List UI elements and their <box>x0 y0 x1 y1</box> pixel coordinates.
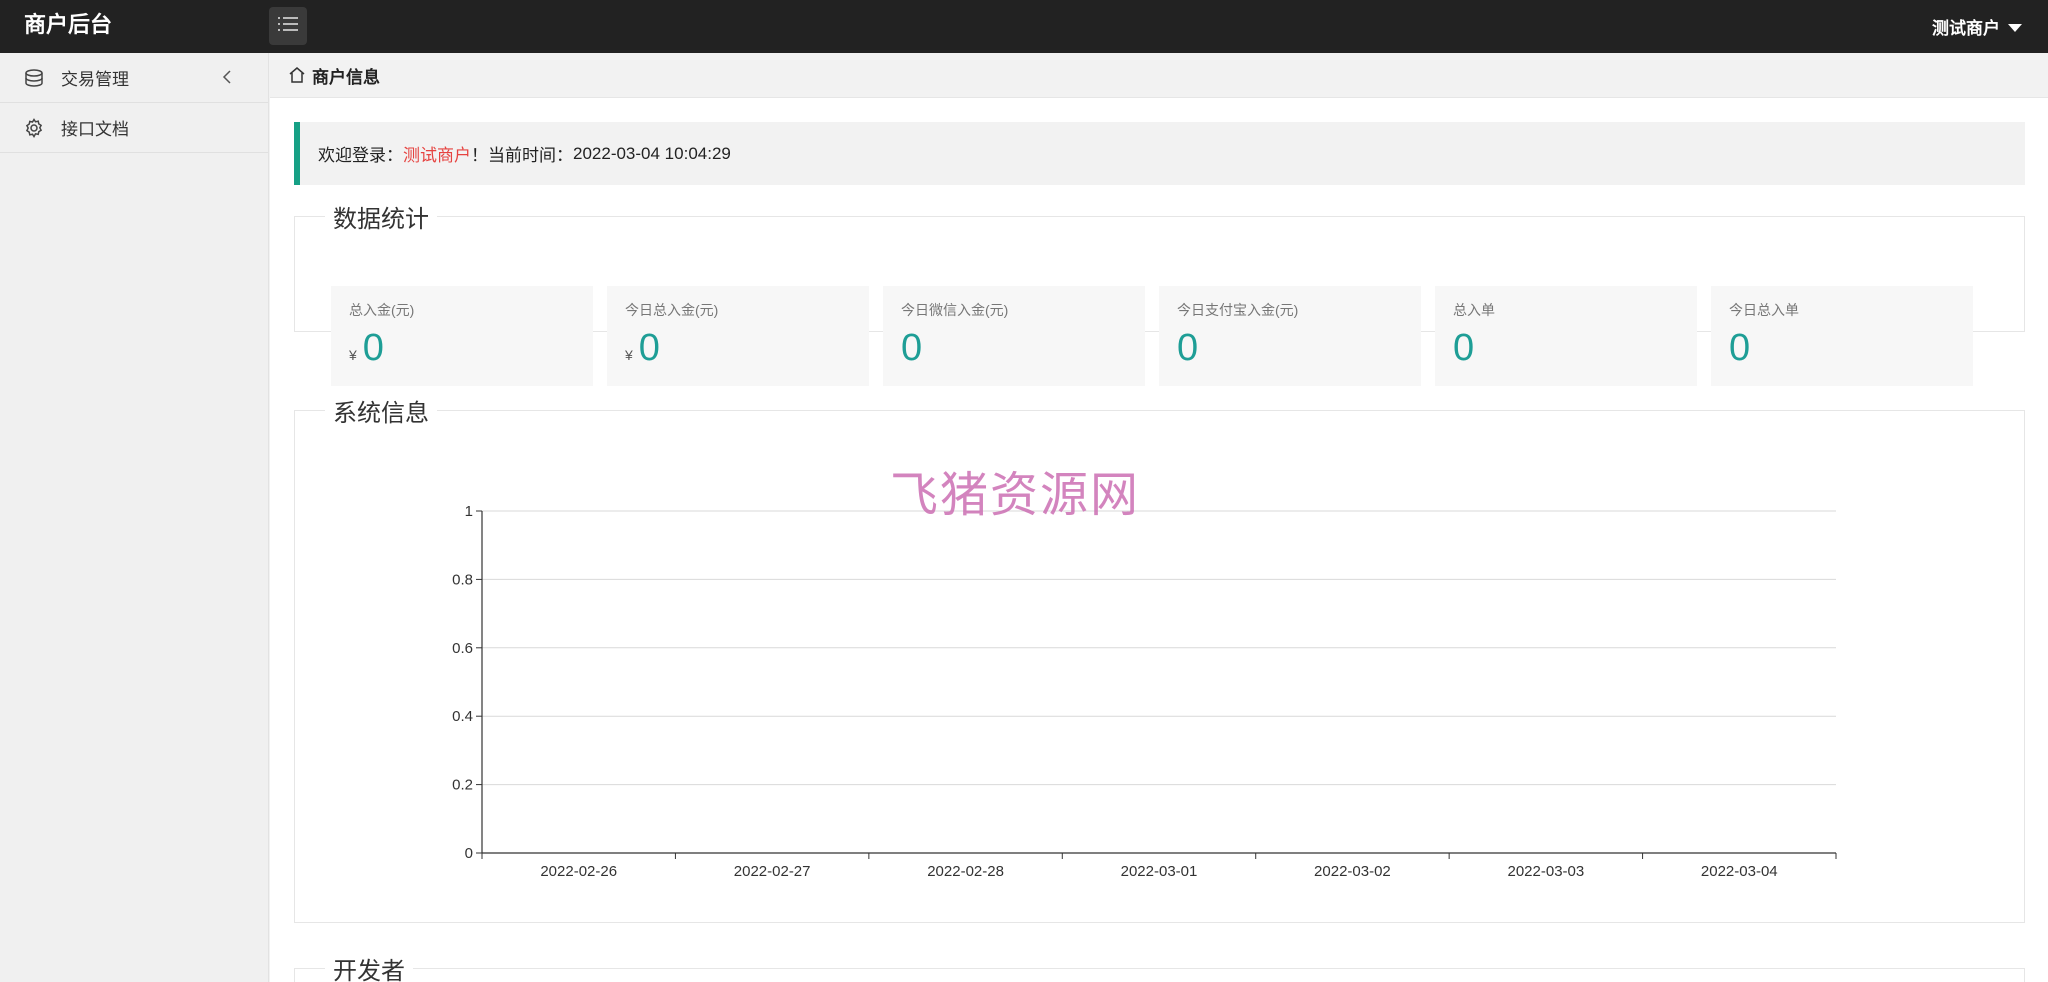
x-tick-label: 2022-02-28 <box>927 863 1004 880</box>
y-tick-label: 0.2 <box>452 777 473 794</box>
x-tick-label: 2022-03-04 <box>1701 863 1778 880</box>
x-tick-label: 2022-03-01 <box>1121 863 1198 880</box>
watermark-text: 飞猪资源网 <box>890 467 1141 523</box>
x-tick-label: 2022-03-02 <box>1314 863 1391 880</box>
y-tick-label: 0 <box>465 845 473 862</box>
x-tick-label: 2022-02-26 <box>540 863 617 880</box>
y-tick-label: 1 <box>465 503 473 520</box>
y-tick-label: 0.8 <box>452 571 473 588</box>
y-tick-label: 0.4 <box>452 708 473 725</box>
x-tick-label: 2022-02-27 <box>734 863 811 880</box>
x-tick-label: 2022-03-03 <box>1507 863 1584 880</box>
y-tick-label: 0.6 <box>452 640 473 657</box>
